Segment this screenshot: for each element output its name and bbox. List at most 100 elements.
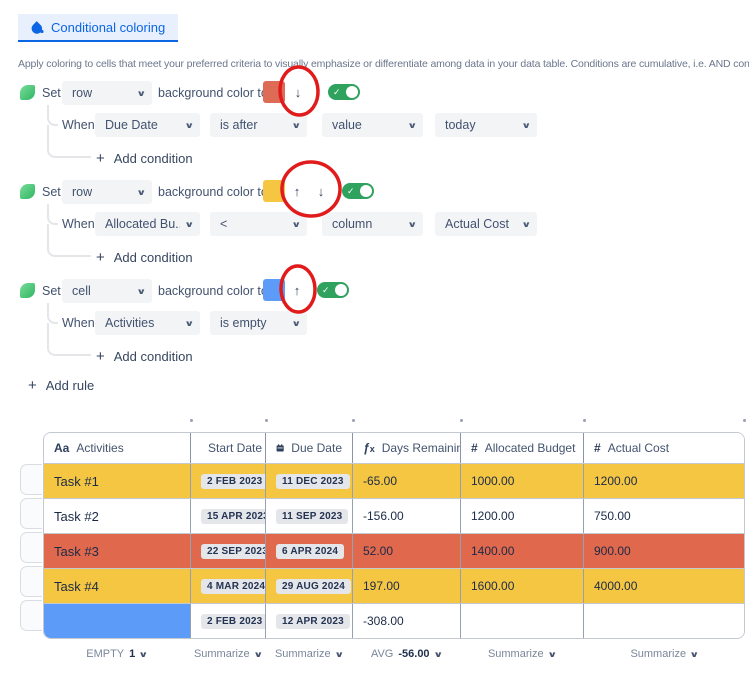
rule2-value-select[interactable]: Actual Cost ∨ [435, 212, 537, 236]
rule2-field-select[interactable]: Allocated Bu... ∨ [95, 212, 200, 236]
cell-start-date[interactable]: 2 FEB 2023 [191, 604, 266, 638]
cell-activities[interactable]: Task #2 [44, 499, 191, 533]
rule3-target-select[interactable]: cell ∨ [62, 279, 152, 303]
column-header-days-remaining[interactable]: ƒx Days Remaining [353, 433, 461, 463]
summarize-menu[interactable]: Summarize ∨ [460, 644, 583, 664]
add-rule-button[interactable]: + Add rule [28, 377, 94, 393]
rule1-value-select[interactable]: today ∨ [435, 113, 537, 137]
column-resize-handle[interactable] [743, 419, 746, 422]
rule1-enabled-toggle[interactable]: ✓ [328, 84, 360, 100]
cell-actual-cost[interactable]: 4000.00 [584, 569, 744, 603]
column-header-actual-cost[interactable]: # Actual Cost [584, 433, 744, 463]
row-handle[interactable] [20, 532, 42, 563]
summarize-menu[interactable]: Summarize ∨ [265, 644, 352, 664]
cell-allocated-budget[interactable]: 1600.00 [461, 569, 584, 603]
cell-days-remaining[interactable]: 52.00 [353, 534, 461, 568]
cell-days-remaining[interactable]: -156.00 [353, 499, 461, 533]
cell-allocated-budget[interactable]: 1200.00 [461, 499, 584, 533]
rule1-operator-select[interactable]: is after ∨ [210, 113, 307, 137]
cell-days-remaining[interactable]: -65.00 [353, 464, 461, 498]
move-up-icon[interactable]: ↑ [289, 181, 305, 203]
check-icon: ✓ [347, 185, 355, 197]
cell-allocated-budget[interactable]: 1000.00 [461, 464, 584, 498]
rule-drag-handle-icon[interactable] [20, 184, 35, 199]
cell-start-date[interactable]: 2 FEB 2023 [191, 464, 266, 498]
summarize-menu[interactable]: Summarize ∨ [190, 644, 265, 664]
summarize-avg[interactable]: AVG -56.00 ∨ [352, 644, 460, 664]
data-table: Aa Activities Start Date [43, 432, 745, 639]
column-header-activities[interactable]: Aa Activities [44, 433, 191, 463]
add-condition-button[interactable]: + Add condition [96, 249, 193, 265]
row-handle[interactable] [20, 498, 42, 529]
rule-drag-handle-icon[interactable] [20, 85, 35, 100]
chevron-down-icon: ∨ [521, 121, 531, 130]
move-up-icon[interactable]: ↑ [289, 280, 305, 302]
cell-due-date[interactable]: 29 AUG 2024 [266, 569, 353, 603]
summarize-empty-count[interactable]: EMPTY 1 ∨ [43, 644, 190, 664]
column-resize-handle[interactable] [352, 419, 355, 422]
plus-icon: + [96, 250, 105, 265]
cell-activities[interactable] [44, 604, 191, 638]
cell-start-date[interactable]: 4 MAR 2024 [191, 569, 266, 603]
cell-days-remaining[interactable]: 197.00 [353, 569, 461, 603]
rule2-enabled-toggle[interactable]: ✓ [342, 183, 374, 199]
cell-activities[interactable]: Task #1 [44, 464, 191, 498]
rule3-color-swatch[interactable] [263, 279, 285, 301]
date-chip: 12 APR 2023 [276, 614, 350, 629]
rule-drag-handle-icon[interactable] [20, 283, 35, 298]
cell-actual-cost[interactable]: 900.00 [584, 534, 744, 568]
cell-due-date[interactable]: 12 APR 2023 [266, 604, 353, 638]
plus-icon: + [96, 349, 105, 364]
cell-allocated-budget[interactable] [461, 604, 584, 638]
cell-actual-cost[interactable]: 750.00 [584, 499, 744, 533]
rule1-compare-select[interactable]: value ∨ [322, 113, 423, 137]
table-row: Task #1 2 FEB 2023 11 DEC 2023 -65.00 10… [44, 464, 744, 499]
cell-due-date[interactable]: 11 SEP 2023 [266, 499, 353, 533]
cell-start-date[interactable]: 22 SEP 2023 [191, 534, 266, 568]
rule2-compare-select[interactable]: column ∨ [322, 212, 423, 236]
cell-start-date[interactable]: 15 APR 2023 [191, 499, 266, 533]
add-condition-button[interactable]: + Add condition [96, 348, 193, 364]
move-down-icon[interactable]: ↓ [290, 82, 306, 104]
add-rule-label: Add rule [46, 378, 94, 393]
rule1-operator-value: is after [220, 118, 258, 132]
row-handle[interactable] [20, 566, 42, 597]
chevron-down-icon: ∨ [547, 650, 557, 659]
column-resize-handle[interactable] [460, 419, 463, 422]
rule3-operator-select[interactable]: is empty ∨ [210, 311, 307, 335]
check-icon: ✓ [333, 86, 341, 98]
column-resize-handle[interactable] [190, 419, 193, 422]
cell-activities[interactable]: Task #4 [44, 569, 191, 603]
rule1-color-swatch[interactable] [263, 81, 285, 103]
add-condition-button[interactable]: + Add condition [96, 150, 193, 166]
cell-actual-cost[interactable]: 1200.00 [584, 464, 744, 498]
rule3-field-select[interactable]: Activities ∨ [95, 311, 200, 335]
rule2-operator-select[interactable]: < ∨ [210, 212, 307, 236]
column-header-start-date[interactable]: Start Date [191, 433, 266, 463]
formula-icon: ƒx [363, 441, 375, 455]
row-handle[interactable] [20, 464, 42, 495]
rule1-field-select[interactable]: Due Date ∨ [95, 113, 200, 137]
cell-days-remaining[interactable]: -308.00 [353, 604, 461, 638]
toggle-knob [346, 86, 358, 98]
cell-due-date[interactable]: 6 APR 2024 [266, 534, 353, 568]
column-resize-handle[interactable] [265, 419, 268, 422]
tab-conditional-coloring[interactable]: Conditional coloring [18, 14, 178, 42]
row-handle[interactable] [20, 600, 42, 631]
column-header-due-date[interactable]: Due Date [266, 433, 353, 463]
rule1-target-select[interactable]: row ∨ [62, 81, 152, 105]
summarize-menu[interactable]: Summarize ∨ [583, 644, 745, 664]
when-label: When [62, 212, 95, 236]
conditional-coloring-panel: Conditional coloring Apply coloring to c… [0, 0, 749, 686]
rule2-color-swatch[interactable] [263, 180, 285, 202]
column-header-allocated-budget[interactable]: # Allocated Budget [461, 433, 584, 463]
move-down-icon[interactable]: ↓ [313, 181, 329, 203]
cell-due-date[interactable]: 11 DEC 2023 [266, 464, 353, 498]
cell-actual-cost[interactable] [584, 604, 744, 638]
cell-allocated-budget[interactable]: 1400.00 [461, 534, 584, 568]
rule3-enabled-toggle[interactable]: ✓ [317, 282, 349, 298]
table-row: 2 FEB 2023 12 APR 2023 -308.00 [44, 604, 744, 638]
rule2-target-select[interactable]: row ∨ [62, 180, 152, 204]
column-resize-handle[interactable] [583, 419, 586, 422]
cell-activities[interactable]: Task #3 [44, 534, 191, 568]
